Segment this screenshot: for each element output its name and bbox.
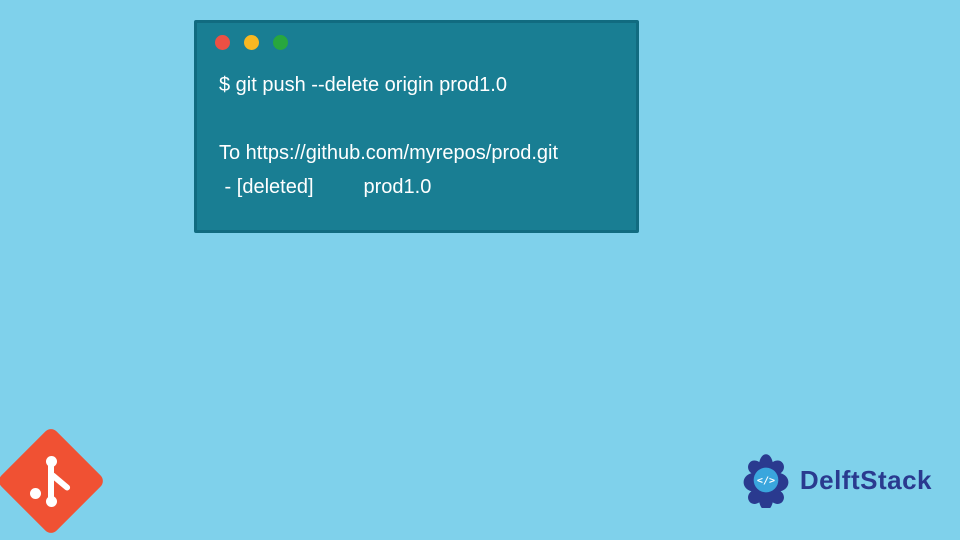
content-canvas: $ git push --delete origin prod1.0 To ht… — [0, 0, 960, 540]
maximize-icon[interactable] — [273, 35, 288, 50]
git-icon — [0, 426, 106, 536]
page: $ git push --delete origin prod1.0 To ht… — [0, 0, 960, 540]
brand-name: DelftStack — [800, 465, 932, 496]
brand-badge: </> DelftStack — [738, 452, 932, 508]
terminal-output: $ git push --delete origin prod1.0 To ht… — [197, 54, 636, 212]
close-icon[interactable] — [215, 35, 230, 50]
minimize-icon[interactable] — [244, 35, 259, 50]
delftstack-logo-icon: </> — [738, 452, 794, 508]
terminal-line: - [deleted] prod1.0 — [219, 176, 431, 198]
terminal-line: To https://github.com/myrepos/prod.git — [219, 142, 558, 164]
terminal-window: $ git push --delete origin prod1.0 To ht… — [194, 20, 639, 233]
terminal-line: $ git push --delete origin prod1.0 — [219, 74, 507, 96]
window-titlebar — [197, 23, 636, 54]
svg-text:</>: </> — [757, 475, 775, 486]
